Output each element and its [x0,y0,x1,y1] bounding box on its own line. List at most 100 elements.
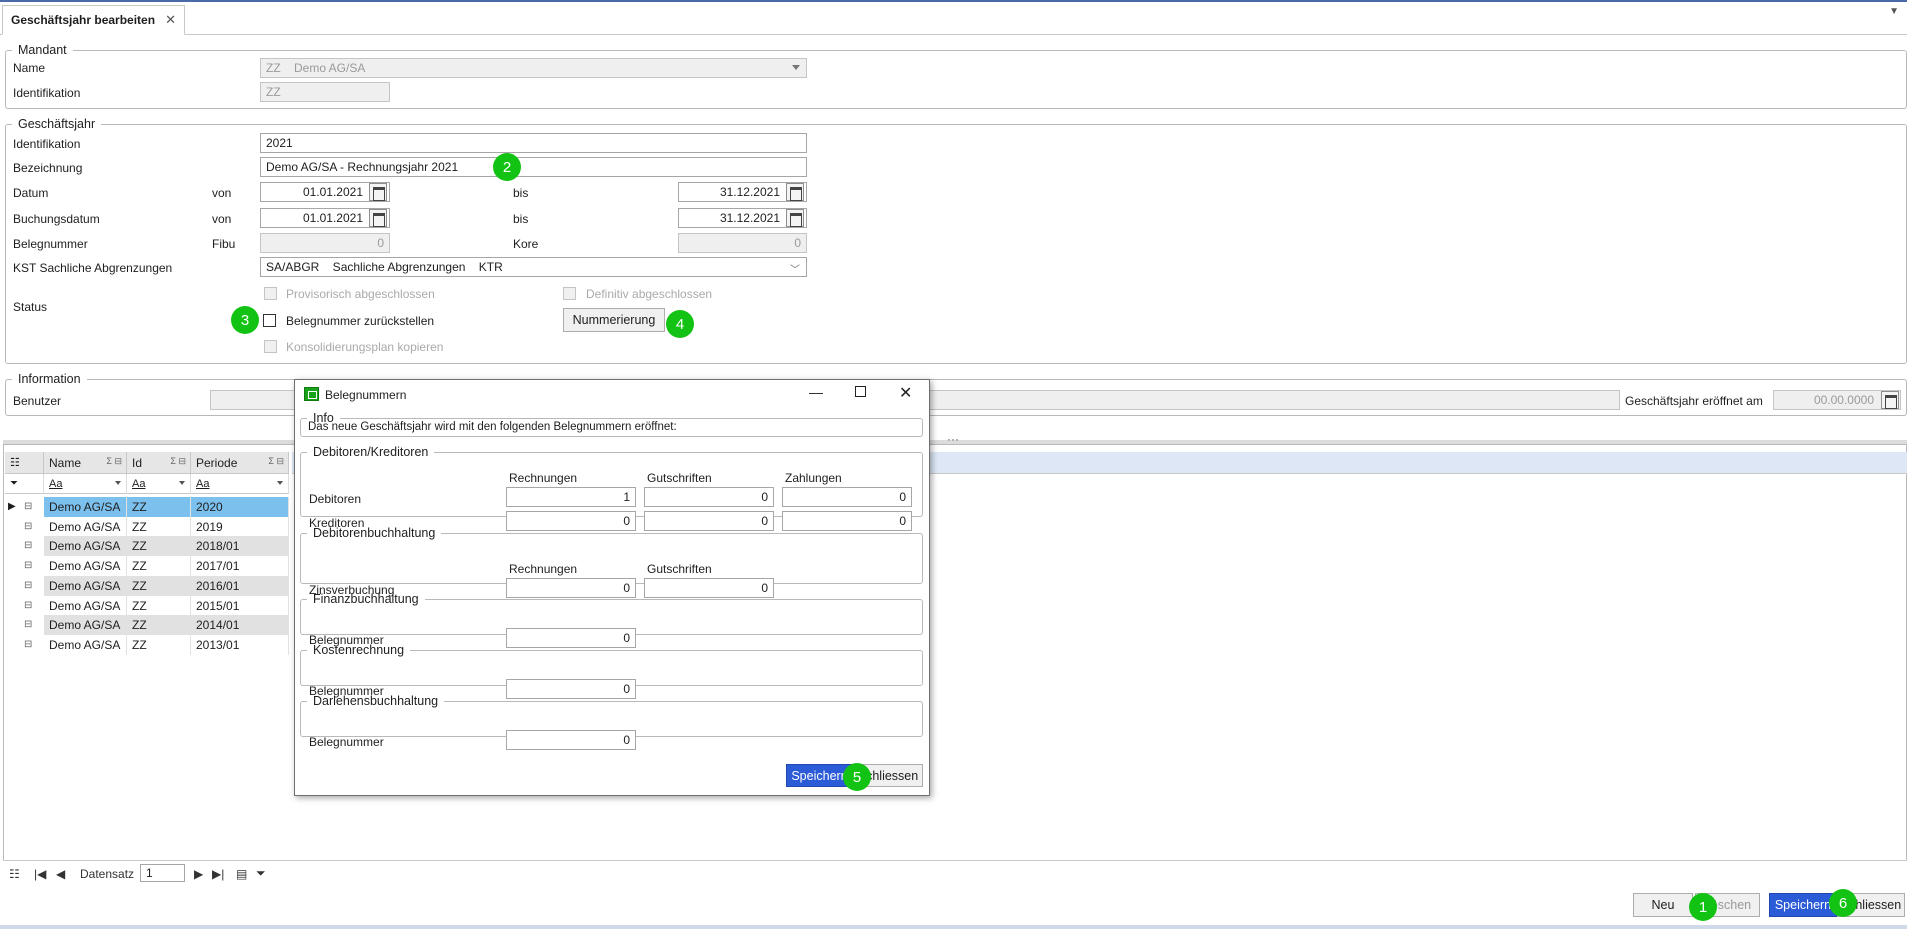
calendar-icon[interactable] [369,183,387,201]
tab-geschaeftsjahr-bearbeiten[interactable]: Geschäftsjahr bearbeiten ✕ [2,5,185,35]
table-cell[interactable]: Demo AG/SA [44,595,127,616]
table-cell[interactable]: ZZ [127,634,191,655]
table-cell[interactable]: ZZ [127,615,191,636]
table-cell[interactable]: Demo AG/SA [44,516,127,537]
annotation-badge: 6 [1829,889,1857,917]
grid-header-periode[interactable]: Periode Σ ⊟ [191,452,289,474]
grid-header-periode-label: Periode [196,455,238,470]
first-record-icon[interactable]: |◀ [34,867,46,881]
row-pin-icon[interactable]: ⊟ [24,580,32,591]
table-cell[interactable]: ZZ [127,536,191,557]
deb-rechnungen-input[interactable]: 1 [506,487,636,507]
close-icon[interactable]: ✕ [899,383,912,403]
calendar-icon[interactable] [369,209,387,227]
prov-checkbox [264,287,277,300]
table-cell[interactable]: ZZ [127,556,191,577]
neu-button[interactable]: Neu [1633,893,1693,917]
dlg-debbuch-group: Debitorenbuchhaltung [300,526,923,584]
table-cell[interactable]: Demo AG/SA [44,634,127,655]
gj-kst-select[interactable]: SA/ABGR Sachliche Abgrenzungen KTR ﹀ [260,257,807,277]
row-pin-icon[interactable]: ⊟ [24,619,32,630]
calendar-icon[interactable] [786,183,804,201]
def-label: Definitiv abgeschlossen [586,287,713,301]
mandant-ident-label: Identifikation [13,86,81,100]
gj-kore-field: 0 [678,233,807,253]
chevron-down-icon [179,481,185,485]
table-cell[interactable]: 2020 [191,497,289,517]
sum-pin-icon[interactable]: Σ ⊟ [170,456,186,467]
debitoren-label: Debitoren [309,492,362,506]
grid-column-chooser-icon[interactable]: ☷ [5,452,44,474]
row-pin-icon[interactable]: ⊟ [24,501,32,512]
deb-gutschriften-input[interactable]: 0 [644,487,774,507]
row-pin-icon[interactable]: ⊟ [24,600,32,611]
last-record-icon[interactable]: ▶| [212,867,224,881]
gj-buch-bis-label: bis [513,212,529,226]
sum-pin-icon[interactable]: Σ ⊟ [106,456,122,467]
filter-icon[interactable]: ⏷ [256,866,266,881]
col-zahlungen: Zahlungen [785,471,842,485]
tab-close-icon[interactable]: ✕ [165,12,176,28]
darl-beleg-input[interactable]: 0 [506,730,636,750]
table-cell[interactable]: ZZ [127,497,191,517]
mandant-legend: Mandant [18,43,67,57]
grid-filter-name[interactable]: Aa [44,474,127,494]
zurueckstellen-checkbox[interactable] [263,314,276,327]
deb-zahlungen-input[interactable]: 0 [782,487,912,507]
grid-filter-periode[interactable]: Aa [191,474,289,494]
calendar-icon[interactable] [786,209,804,227]
maximize-icon[interactable] [855,386,866,397]
dialog-titlebar: Belegnummern — ✕ [295,380,929,410]
nummerierung-button[interactable]: Nummerierung [563,308,665,332]
row-pin-icon[interactable]: ⊟ [24,560,32,571]
gj-bez-input[interactable]: Demo AG/SA - Rechnungsjahr 2021 [260,157,807,177]
gj-fibu-label: Fibu [212,237,236,251]
next-record-icon[interactable]: ▶ [194,867,203,881]
tab-overflow-chevron-icon[interactable]: ▼ [1889,6,1899,17]
table-cell[interactable]: 2013/01 [191,634,289,655]
gj-beleg-label: Belegnummer [13,237,88,251]
table-cell[interactable]: 2016/01 [191,575,289,596]
minimize-icon[interactable]: — [809,384,823,400]
gj-ident-input[interactable]: 2021 [260,133,807,153]
filter-row-icon[interactable]: ⏷ [5,474,44,494]
grid-filter-id[interactable]: Aa [127,474,191,494]
gj-fibu-field: 0 [260,233,390,253]
sum-pin-icon[interactable]: Σ ⊟ [268,456,284,467]
dlg-fibu-legend: Finanzbuchhaltung [313,592,419,606]
grid-settings-icon[interactable]: ☷ [9,867,20,881]
table-cell[interactable]: ZZ [127,575,191,596]
grid-header-name[interactable]: Name Σ ⊟ [44,452,127,474]
table-cell[interactable]: Demo AG/SA [44,556,127,577]
row-pin-icon[interactable]: ⊟ [24,639,32,650]
table-cell[interactable]: 2018/01 [191,536,289,557]
datensatz-input[interactable]: 1 [140,864,185,882]
excel-export-icon[interactable]: ▤ [236,867,247,881]
chevron-down-icon [115,481,121,485]
table-cell[interactable]: 2019 [191,516,289,537]
table-cell[interactable]: 2017/01 [191,556,289,577]
annotation-badge: 2 [493,153,521,181]
grid-header-id[interactable]: Id Σ ⊟ [127,452,191,474]
row-pin-icon[interactable]: ⊟ [24,521,32,532]
speichern-button[interactable]: Speichern [1769,893,1837,917]
table-cell[interactable]: 2015/01 [191,595,289,616]
table-cell[interactable]: ZZ [127,595,191,616]
belegnummern-dialog: Belegnummern — ✕ Info Das neue Geschäfts… [294,379,930,796]
chevron-down-icon: ﹀ [790,265,800,276]
row-pin-icon[interactable]: ⊟ [24,540,32,551]
table-cell[interactable]: ZZ [127,516,191,537]
konsol-checkbox [264,340,277,353]
konsol-label: Konsolidierungsplan kopieren [286,340,444,354]
annotation-badge: 1 [1689,893,1717,921]
table-cell[interactable]: Demo AG/SA [44,536,127,557]
information-legend: Information [18,372,81,386]
table-cell[interactable]: Demo AG/SA [44,615,127,636]
dlg-darl-legend: Darlehensbuchhaltung [313,694,439,708]
table-cell[interactable]: 2014/01 [191,615,289,636]
dlg-info-text: Das neue Geschäftsjahr wird mit den folg… [308,421,677,433]
table-cell[interactable]: Demo AG/SA [44,497,127,517]
prev-record-icon[interactable]: ◀ [56,867,65,881]
table-cell[interactable]: Demo AG/SA [44,575,127,596]
zurueckstellen-label: Belegnummer zurückstellen [286,314,435,328]
